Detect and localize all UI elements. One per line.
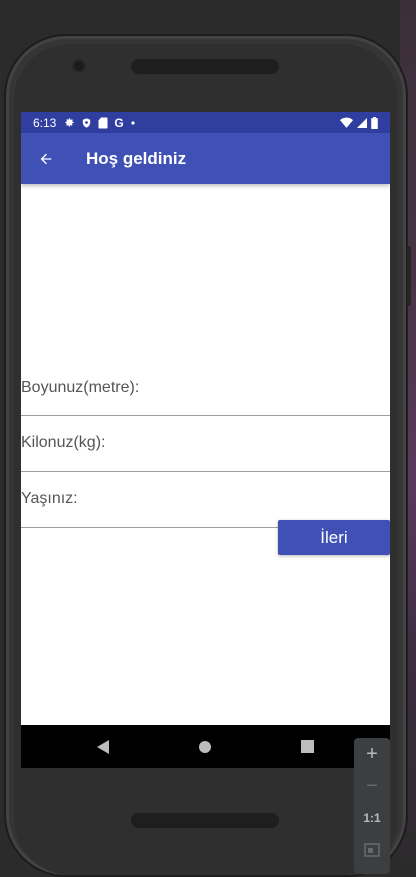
gear-icon bbox=[65, 118, 74, 127]
status-time: 6:13 bbox=[33, 115, 57, 130]
phone-side-button[interactable] bbox=[407, 246, 411, 306]
notification-icons: G bbox=[64, 117, 135, 129]
height-input[interactable] bbox=[171, 365, 381, 405]
emulator-zoom-panel: + − 1:1 bbox=[354, 738, 390, 874]
signal-icon bbox=[357, 117, 367, 128]
fit-screen-button[interactable] bbox=[354, 834, 390, 866]
navigation-bar bbox=[21, 725, 390, 768]
recents-square-icon bbox=[300, 740, 314, 753]
weight-field[interactable]: Kilonuz(kg): bbox=[21, 416, 390, 472]
wifi-icon bbox=[340, 117, 353, 128]
back-triangle-icon bbox=[97, 739, 109, 754]
battery-icon bbox=[371, 116, 378, 129]
dot-icon bbox=[131, 120, 135, 125]
google-g-icon: G bbox=[114, 115, 124, 130]
zoom-one-to-one-button[interactable]: 1:1 bbox=[354, 802, 390, 834]
age-input[interactable] bbox=[171, 472, 381, 512]
top-speaker bbox=[131, 59, 279, 74]
nav-recents-button[interactable] bbox=[285, 725, 329, 768]
back-button[interactable] bbox=[21, 133, 71, 184]
age-label: Yaşınız: bbox=[21, 490, 78, 507]
back-arrow-icon bbox=[40, 153, 52, 164]
status-bar: 6:13 G bbox=[21, 112, 390, 133]
nav-home-button[interactable] bbox=[183, 725, 227, 768]
weight-input[interactable] bbox=[171, 416, 381, 456]
zoom-out-button[interactable]: − bbox=[354, 770, 390, 802]
bottom-speaker bbox=[131, 813, 279, 828]
weight-label: Kilonuz(kg): bbox=[21, 434, 106, 451]
front-camera bbox=[74, 61, 84, 71]
app-title: Hoş geldiniz bbox=[86, 148, 187, 168]
nav-back-button[interactable] bbox=[81, 725, 125, 768]
form-content: Boyunuz(metre): Kilonuz(kg): Yaşınız: İl… bbox=[21, 184, 390, 725]
height-label: Boyunuz(metre): bbox=[21, 379, 140, 396]
system-icons bbox=[340, 116, 378, 129]
device-screen: 6:13 G Hoş geldiniz Boyunuz(metre): Kilo… bbox=[21, 112, 390, 768]
fit-screen-icon bbox=[364, 843, 380, 857]
zoom-in-button[interactable]: + bbox=[354, 738, 390, 770]
shield-icon bbox=[83, 117, 91, 128]
sd-card-icon bbox=[98, 117, 108, 128]
home-circle-icon bbox=[199, 740, 211, 753]
app-bar: Hoş geldiniz bbox=[21, 133, 390, 184]
height-field[interactable]: Boyunuz(metre): bbox=[21, 365, 390, 416]
next-button[interactable]: İleri bbox=[278, 520, 390, 555]
